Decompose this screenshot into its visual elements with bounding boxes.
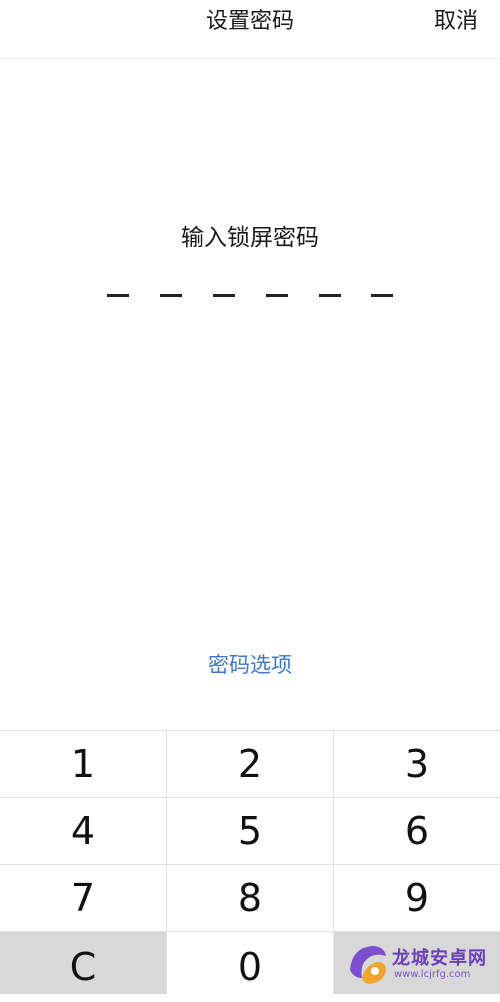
pin-slot (160, 294, 182, 297)
key-label: 1 (70, 742, 96, 786)
key-0[interactable]: 0 (167, 932, 333, 994)
key-label: 9 (404, 876, 430, 920)
site-watermark: 龙城安卓网 www.lcjrfg.com (344, 936, 494, 992)
key-8[interactable]: 8 (167, 865, 333, 931)
key-6[interactable]: 6 (334, 798, 500, 864)
key-label: 0 (237, 945, 263, 989)
pin-slot (319, 294, 341, 297)
pin-input (107, 294, 393, 298)
key-clear[interactable]: C (0, 932, 166, 994)
passcode-options-link[interactable]: 密码选项 (0, 650, 500, 680)
key-label: 3 (404, 742, 430, 786)
key-label: C (69, 945, 97, 989)
passcode-prompt: 输入锁屏密码 (181, 225, 319, 251)
key-7[interactable]: 7 (0, 865, 166, 931)
key-9[interactable]: 9 (334, 865, 500, 931)
key-label: 4 (70, 809, 96, 853)
key-1[interactable]: 1 (0, 731, 166, 797)
key-2[interactable]: 2 (167, 731, 333, 797)
pin-slot (266, 294, 288, 297)
key-4[interactable]: 4 (0, 798, 166, 864)
key-3[interactable]: 3 (334, 731, 500, 797)
key-label: 5 (237, 809, 263, 853)
key-5[interactable]: 5 (167, 798, 333, 864)
top-bar: 设置密码 取消 (0, 0, 500, 59)
pin-slot (371, 294, 393, 297)
watermark-url: www.lcjrfg.com (394, 969, 471, 980)
key-label: 8 (237, 876, 263, 920)
watermark-logo-icon (350, 946, 386, 984)
key-label: 6 (404, 809, 430, 853)
pin-slot (107, 294, 129, 297)
page-title: 设置密码 (205, 9, 294, 34)
key-label: 7 (70, 876, 96, 920)
pin-slot (213, 294, 235, 297)
cancel-button[interactable]: 取消 (434, 7, 478, 37)
key-label: 2 (237, 742, 263, 786)
watermark-brand: 龙城安卓网 (392, 948, 487, 969)
